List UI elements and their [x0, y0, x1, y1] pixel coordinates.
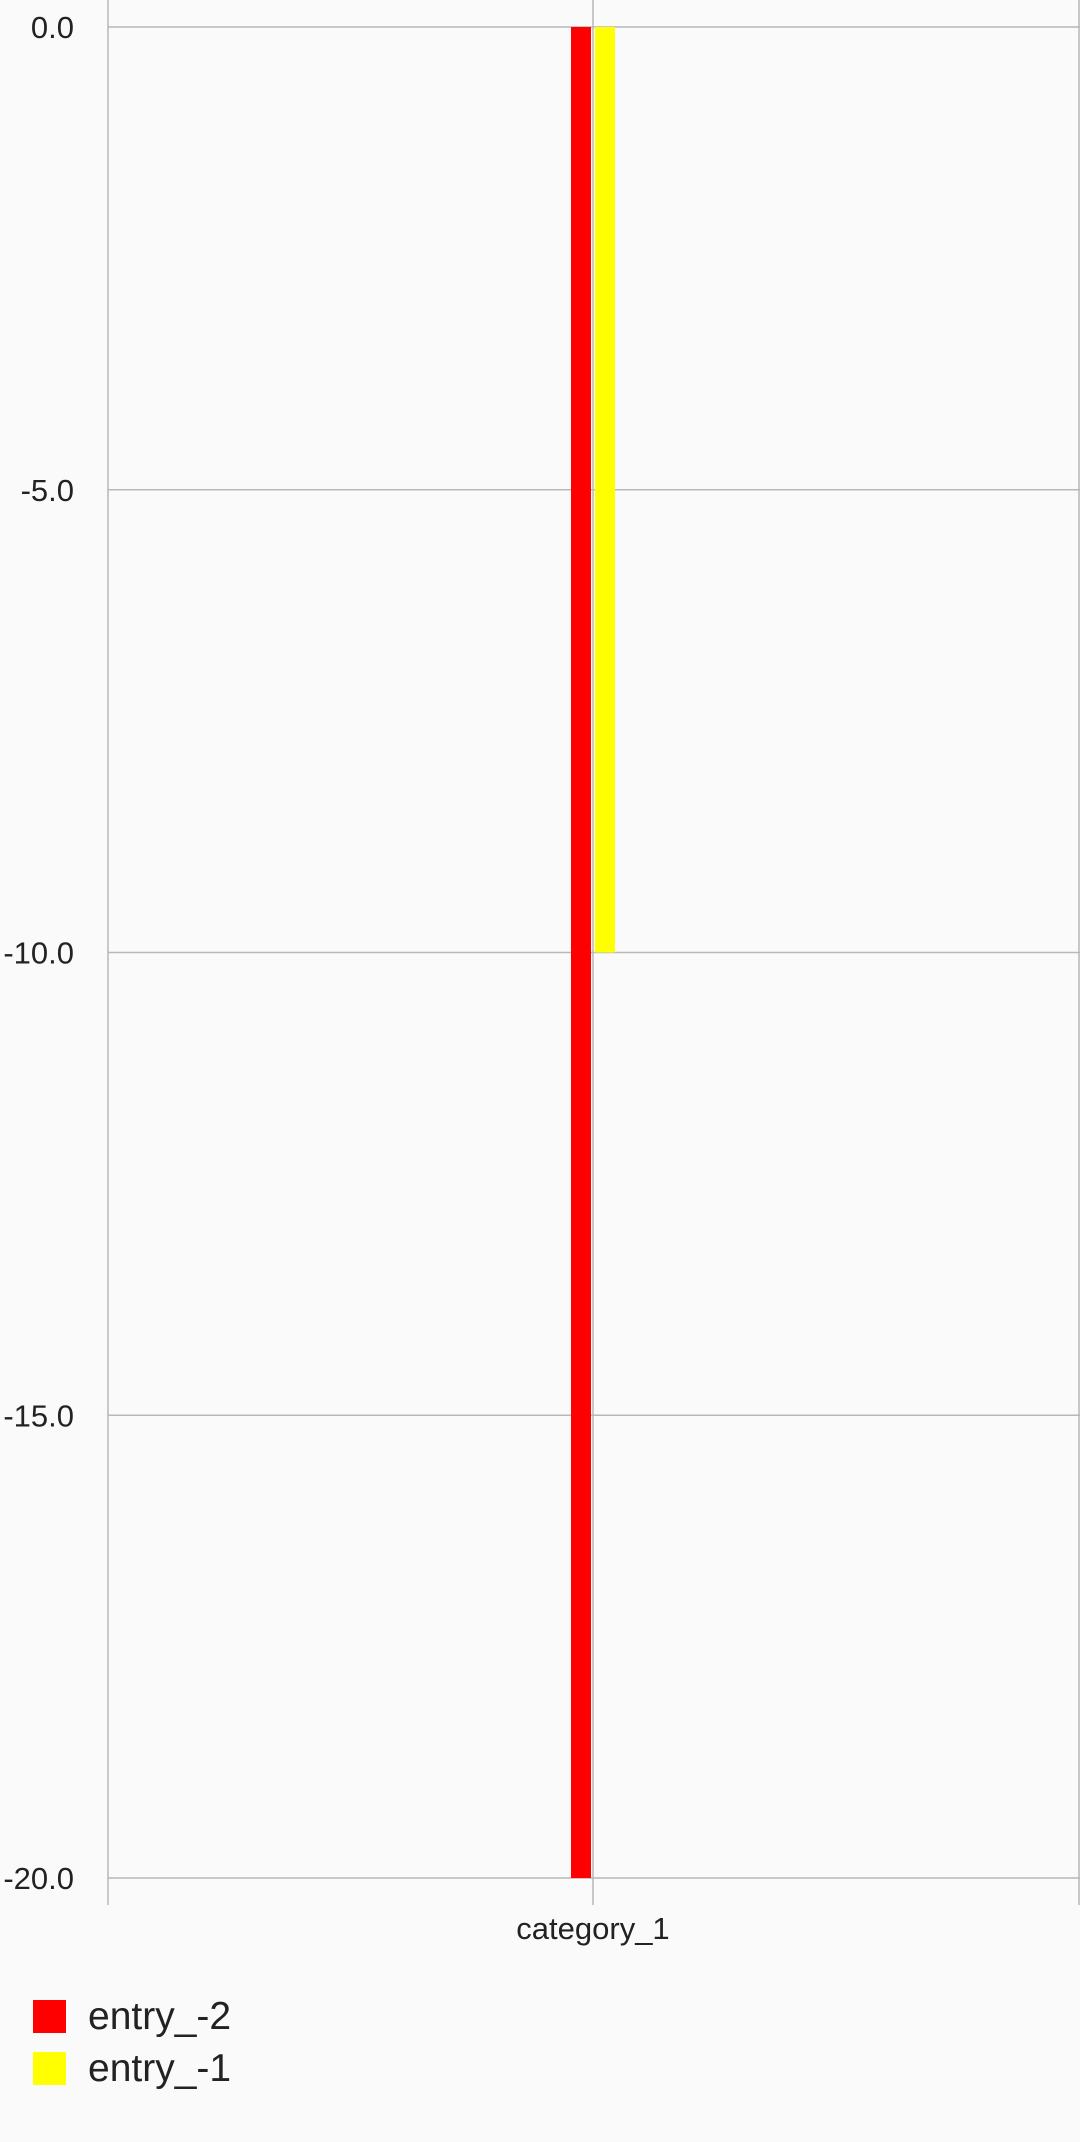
y-tick-label: -15.0 — [3, 1398, 74, 1433]
bar-series-1 — [571, 27, 591, 1878]
bar-chart: 0.0 -5.0 -10.0 -15.0 -20.0 category_1 — [3, 0, 1080, 1946]
legend-item-series-2: entry_-1 — [33, 2047, 231, 2090]
grid-lines — [108, 0, 1080, 1905]
x-tick-label: category_1 — [516, 1911, 669, 1946]
legend-label-series-1: entry_-2 — [88, 1994, 232, 2038]
legend-item-series-1: entry_-2 — [33, 1995, 231, 2038]
legend-label-series-2: entry_-1 — [88, 2046, 232, 2090]
y-tick-label: -5.0 — [21, 473, 74, 508]
y-tick-label: -20.0 — [3, 1861, 74, 1896]
legend: entry_-2 entry_-1 — [33, 1995, 231, 2090]
y-tick-label: -10.0 — [3, 936, 74, 971]
legend-swatch-series-2 — [33, 2052, 66, 2085]
legend-swatch-series-1 — [33, 2000, 66, 2033]
y-tick-label: 0.0 — [31, 10, 74, 45]
bar-series-2 — [595, 27, 615, 953]
tick-labels: 0.0 -5.0 -10.0 -15.0 -20.0 category_1 — [3, 10, 669, 1946]
